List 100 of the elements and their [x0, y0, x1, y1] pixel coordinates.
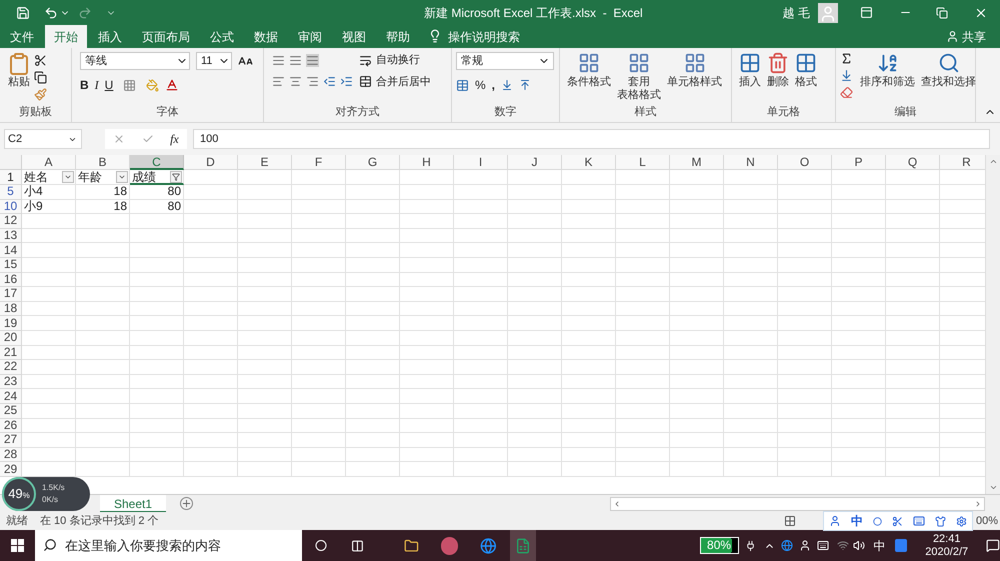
normal-view-icon[interactable]: [784, 515, 796, 527]
column-header[interactable]: M: [670, 155, 724, 170]
decimal-icon[interactable]: [501, 79, 514, 91]
tell-me-search[interactable]: 操作说明搜索: [442, 25, 526, 48]
ribbon-tab[interactable]: 文件: [1, 25, 43, 48]
row-header[interactable]: 12: [0, 214, 22, 229]
ribbon-tab[interactable]: 页面布局: [133, 25, 199, 48]
number-format-field[interactable]: 常规: [456, 52, 554, 70]
style-button[interactable]: 单元格样式: [664, 52, 725, 89]
row-header[interactable]: 18: [0, 302, 22, 316]
decrease-indent-icon[interactable]: [323, 75, 336, 88]
align-right-icon[interactable]: [306, 75, 319, 88]
font-size-field[interactable]: 11: [196, 52, 232, 70]
row-header[interactable]: 21: [0, 346, 22, 360]
add-sheet-icon[interactable]: [180, 497, 194, 510]
column-header[interactable]: L: [616, 155, 670, 170]
percent-button[interactable]: %: [475, 76, 486, 94]
row-header[interactable]: 16: [0, 272, 22, 288]
merge-center-button[interactable]: 合并后居中: [376, 74, 431, 90]
style-button[interactable]: 套用 表格格式: [614, 52, 664, 102]
eraser-icon[interactable]: [840, 86, 853, 99]
task-view-icon[interactable]: [351, 538, 364, 552]
column-header[interactable]: N: [724, 155, 778, 170]
input-method-indicator[interactable]: 中: [873, 536, 886, 554]
column-header[interactable]: K: [562, 155, 616, 170]
vertical-scrollbar[interactable]: [985, 155, 1000, 494]
row-header[interactable]: 28: [0, 448, 22, 462]
column-header[interactable]: J: [508, 155, 562, 170]
cells-button[interactable]: 格式: [792, 52, 820, 89]
middle-align-icon[interactable]: [289, 54, 302, 67]
row-header[interactable]: 26: [0, 418, 22, 434]
increase-indent-icon[interactable]: [340, 75, 353, 88]
ribbon-display-icon[interactable]: [860, 6, 873, 19]
cortana-icon[interactable]: [315, 539, 328, 552]
row-header[interactable]: 10: [0, 200, 22, 214]
bottom-align-icon[interactable]: [306, 54, 319, 67]
wrap-text-button[interactable]: 自动换行: [376, 52, 420, 68]
scroll-down-icon[interactable]: [988, 483, 998, 492]
row-header[interactable]: 20: [0, 330, 22, 346]
app-icon[interactable]: [440, 536, 458, 554]
save-icon[interactable]: [16, 6, 30, 20]
cut-icon[interactable]: [34, 54, 47, 67]
share-button[interactable]: 共享: [962, 25, 986, 48]
row-header[interactable]: 27: [0, 433, 22, 448]
border-icon[interactable]: [123, 78, 136, 92]
row-header[interactable]: 14: [0, 243, 22, 258]
browser-icon[interactable]: [480, 536, 496, 554]
taskbar-search-field[interactable]: 在这里输入你要搜索的内容: [35, 530, 302, 561]
ribbon-tab[interactable]: 视图: [333, 25, 375, 48]
column-header[interactable]: A: [22, 155, 76, 170]
column-header[interactable]: G: [346, 155, 400, 170]
row-header[interactable]: 13: [0, 228, 22, 244]
row-header[interactable]: 24: [0, 389, 22, 404]
font-style-button[interactable]: I: [94, 76, 99, 94]
formula-field[interactable]: 100: [193, 129, 990, 149]
cells-button[interactable]: 插入: [736, 52, 764, 89]
row-header[interactable]: 17: [0, 287, 22, 302]
copy-icon[interactable]: [34, 71, 47, 84]
ribbon-tab[interactable]: 数据: [245, 25, 287, 48]
cells-button[interactable]: 删除: [764, 52, 792, 89]
column-header[interactable]: C: [130, 155, 184, 170]
ribbon-tab[interactable]: 审阅: [289, 25, 331, 48]
fill-color-icon[interactable]: [146, 78, 160, 92]
comma-button[interactable]: ,: [492, 76, 496, 94]
scissors-icon[interactable]: [892, 516, 903, 526]
ribbon-tab[interactable]: 插入: [89, 25, 131, 48]
format-painter-icon[interactable]: [34, 88, 47, 101]
column-header[interactable]: Q: [886, 155, 940, 170]
action-center-icon[interactable]: [986, 538, 1000, 553]
font-name-field[interactable]: 等线: [80, 52, 190, 70]
column-header[interactable]: O: [778, 155, 832, 170]
column-header[interactable]: P: [832, 155, 886, 170]
ribbon-tab[interactable]: 帮助: [377, 25, 419, 48]
decimal-icon[interactable]: [519, 79, 532, 91]
font-color-icon[interactable]: [165, 78, 180, 92]
row-header[interactable]: 22: [0, 360, 22, 375]
autosum-icon[interactable]: [840, 52, 853, 65]
scroll-right-icon[interactable]: [974, 500, 982, 508]
editing-button[interactable]: 排序和筛选: [857, 52, 918, 89]
keyboard-icon[interactable]: [913, 515, 925, 527]
shirt-icon[interactable]: [935, 516, 946, 526]
restore-icon[interactable]: [936, 6, 948, 18]
notification-app-icon[interactable]: [895, 539, 908, 552]
column-header[interactable]: E: [238, 155, 292, 170]
browser-tray-icon[interactable]: [781, 539, 794, 552]
settings-icon[interactable]: [956, 516, 967, 526]
column-header[interactable]: I: [454, 155, 508, 170]
row-header[interactable]: 15: [0, 258, 22, 273]
row-header[interactable]: 25: [0, 404, 22, 418]
scroll-up-icon[interactable]: [988, 157, 998, 166]
clock-time[interactable]: 22:41: [932, 532, 960, 546]
scroll-left-icon[interactable]: [613, 500, 621, 508]
fill-icon[interactable]: [840, 69, 853, 82]
volume-icon[interactable]: [853, 539, 866, 552]
paste-button[interactable]: 粘贴: [4, 52, 34, 89]
align-left-icon[interactable]: [272, 75, 285, 88]
folder-icon[interactable]: [404, 538, 419, 554]
ribbon-tab[interactable]: 公式: [201, 25, 243, 48]
column-header[interactable]: R: [940, 155, 985, 170]
row-header[interactable]: 5: [0, 185, 22, 200]
